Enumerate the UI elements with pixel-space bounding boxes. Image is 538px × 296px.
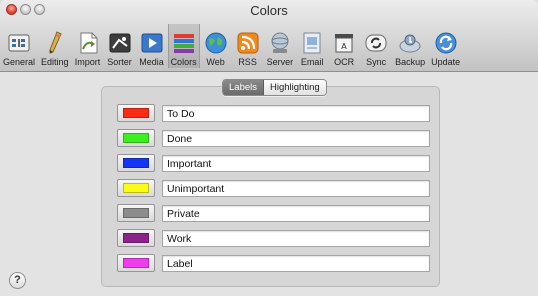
colors-icon — [173, 34, 194, 53]
toolbar-label: General — [3, 57, 36, 67]
label-name-field[interactable] — [162, 180, 430, 197]
toolbar-label: Server — [266, 57, 294, 67]
email-icon — [303, 32, 321, 54]
pencil-icon — [49, 31, 62, 54]
colors-pane: Labels Highlighting To Do Done Important… — [0, 72, 538, 296]
tab-labels[interactable]: Labels — [223, 80, 264, 95]
color-well[interactable] — [117, 129, 155, 147]
window-title: Colors — [250, 3, 288, 18]
preferences-toolbar: General Editing Import Sorter Media Colo… — [0, 24, 463, 70]
toolbar-label: Media — [139, 57, 164, 67]
toolbar-item-ocr[interactable]: A OCR — [328, 24, 360, 68]
sorter-icon — [109, 33, 131, 53]
toolbar-label: Colors — [170, 57, 197, 67]
color-swatch — [123, 233, 149, 243]
toolbar-item-email[interactable]: Email — [296, 24, 328, 68]
color-well[interactable] — [117, 229, 155, 247]
color-swatch — [123, 183, 149, 193]
svg-text:A: A — [341, 42, 347, 51]
toolbar-item-general[interactable]: General — [0, 24, 38, 68]
toolbar-label: Sorter — [107, 57, 132, 67]
label-name-field[interactable] — [162, 130, 430, 147]
import-icon — [80, 32, 98, 54]
toolbar-item-editing[interactable]: Editing — [38, 24, 72, 68]
toolbar-label: Backup — [395, 57, 426, 67]
toolbar-label: Import — [74, 57, 101, 67]
sync-icon — [365, 34, 387, 52]
toolbar-item-import[interactable]: Import — [72, 24, 104, 68]
backup-icon — [399, 34, 421, 53]
color-swatch — [123, 108, 149, 118]
ocr-icon: A — [335, 34, 354, 53]
labels-highlighting-segmented-control: Labels Highlighting — [222, 79, 327, 96]
server-icon — [271, 32, 289, 53]
color-well[interactable] — [117, 154, 155, 172]
toolbar-item-colors[interactable]: Colors — [167, 24, 200, 68]
toolbar-label: RSS — [238, 57, 257, 67]
toolbar-label: Email — [300, 57, 324, 67]
color-well[interactable] — [117, 204, 155, 222]
media-icon — [141, 33, 163, 53]
toolbar-item-update[interactable]: Update — [428, 24, 463, 68]
color-swatch — [123, 208, 149, 218]
update-icon — [435, 32, 457, 54]
color-well[interactable] — [117, 104, 155, 122]
toolbar-item-backup[interactable]: Backup — [392, 24, 428, 68]
toolbar-item-web[interactable]: Web — [200, 24, 232, 68]
toolbar-item-media[interactable]: Media — [136, 24, 168, 68]
rss-icon — [237, 32, 259, 54]
color-swatch — [123, 133, 149, 143]
tab-highlighting[interactable]: Highlighting — [264, 80, 326, 95]
toolbar-label: Editing — [41, 57, 69, 67]
label-name-field[interactable] — [162, 155, 430, 172]
toolbar-label: Update — [431, 57, 461, 67]
color-swatch — [123, 258, 149, 268]
title-bar: Colors General Editing Import Sorter Med… — [0, 0, 538, 72]
toolbar-label: Web — [206, 57, 225, 67]
toolbar-label: Sync — [366, 57, 387, 67]
label-name-field[interactable] — [162, 255, 430, 272]
toolbar-item-sorter[interactable]: Sorter — [104, 24, 136, 68]
label-name-field[interactable] — [162, 230, 430, 247]
toolbar-label: OCR — [334, 57, 355, 67]
label-name-field[interactable] — [162, 205, 430, 222]
toolbar-item-rss[interactable]: RSS — [232, 24, 264, 68]
toolbar-item-sync[interactable]: Sync — [360, 24, 392, 68]
color-well[interactable] — [117, 179, 155, 197]
toolbar-item-server[interactable]: Server — [264, 24, 297, 68]
label-name-field[interactable] — [162, 105, 430, 122]
general-icon — [8, 34, 30, 52]
preferences-window: Colors General Editing Import Sorter Med… — [0, 0, 538, 296]
color-well[interactable] — [117, 254, 155, 272]
globe-icon — [205, 32, 227, 54]
color-swatch — [123, 158, 149, 168]
help-button[interactable]: ? — [9, 272, 26, 289]
